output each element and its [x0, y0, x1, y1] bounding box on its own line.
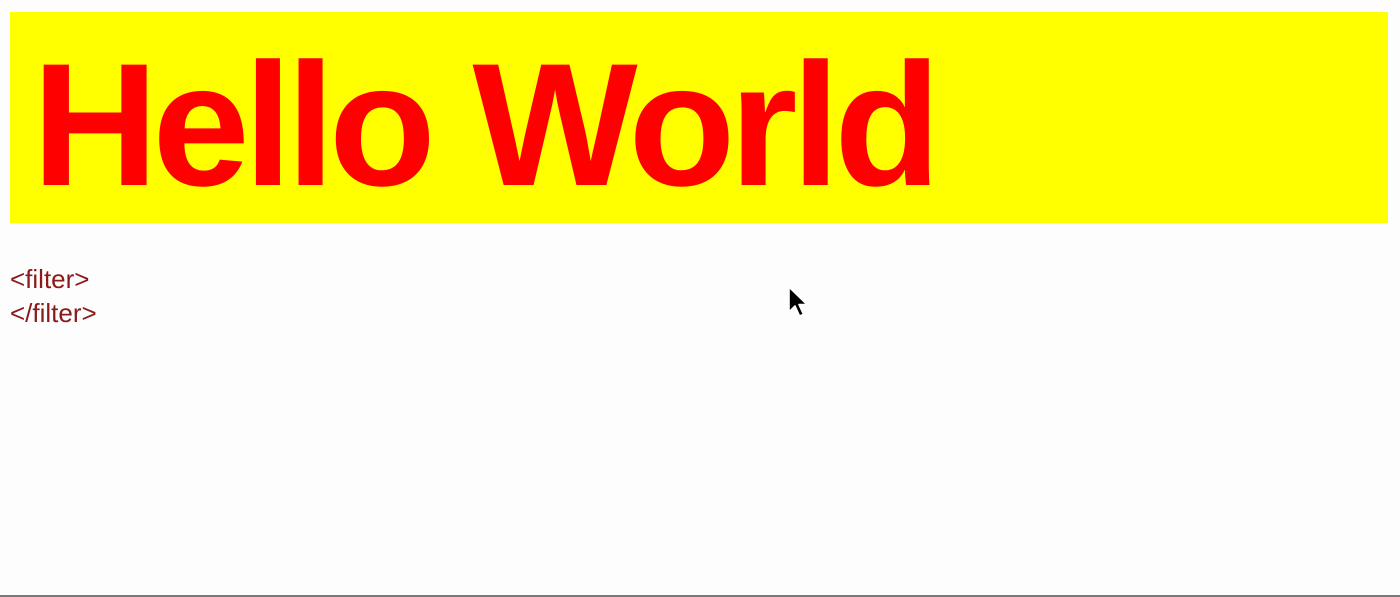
banner-heading: Hello World: [32, 28, 941, 223]
filter-open-tag: <filter>: [10, 264, 90, 294]
filter-markup: <filter> </filter>: [10, 262, 97, 330]
filter-close-tag: </filter>: [10, 298, 97, 328]
hello-banner: Hello World: [10, 12, 1388, 223]
mouse-pointer-icon: [788, 286, 808, 317]
